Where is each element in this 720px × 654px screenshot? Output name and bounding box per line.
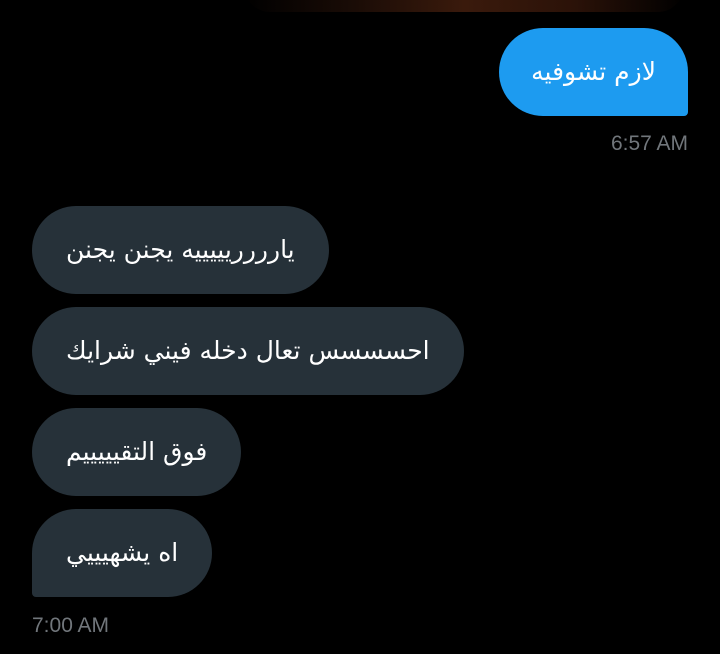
received-message-timestamp: 7:00 AM (32, 614, 110, 637)
sent-message-bubble[interactable]: لازم تشوفيه (499, 28, 688, 116)
received-message-bubble[interactable]: احسسسس تعال دخله فيني شرايك (32, 307, 464, 395)
received-message-text: فوق التقيييييم (66, 437, 208, 466)
received-message-bubble[interactable]: اه يشهيييي (32, 509, 213, 597)
received-message-bubble[interactable]: فوق التقيييييم (32, 408, 242, 496)
received-message-text: احسسسس تعال دخله فيني شرايك (66, 336, 430, 365)
shared-media-preview-edge[interactable] (244, 0, 684, 12)
sent-message-timestamp: 6:57 AM (610, 132, 688, 155)
received-message-bubble[interactable]: يارررريييييه يجنن يجنن (32, 206, 329, 294)
received-message-text: يارررريييييه يجنن يجنن (66, 235, 295, 264)
sent-message-text: لازم تشوفيه (531, 57, 656, 86)
received-message-text: اه يشهيييي (66, 538, 179, 567)
